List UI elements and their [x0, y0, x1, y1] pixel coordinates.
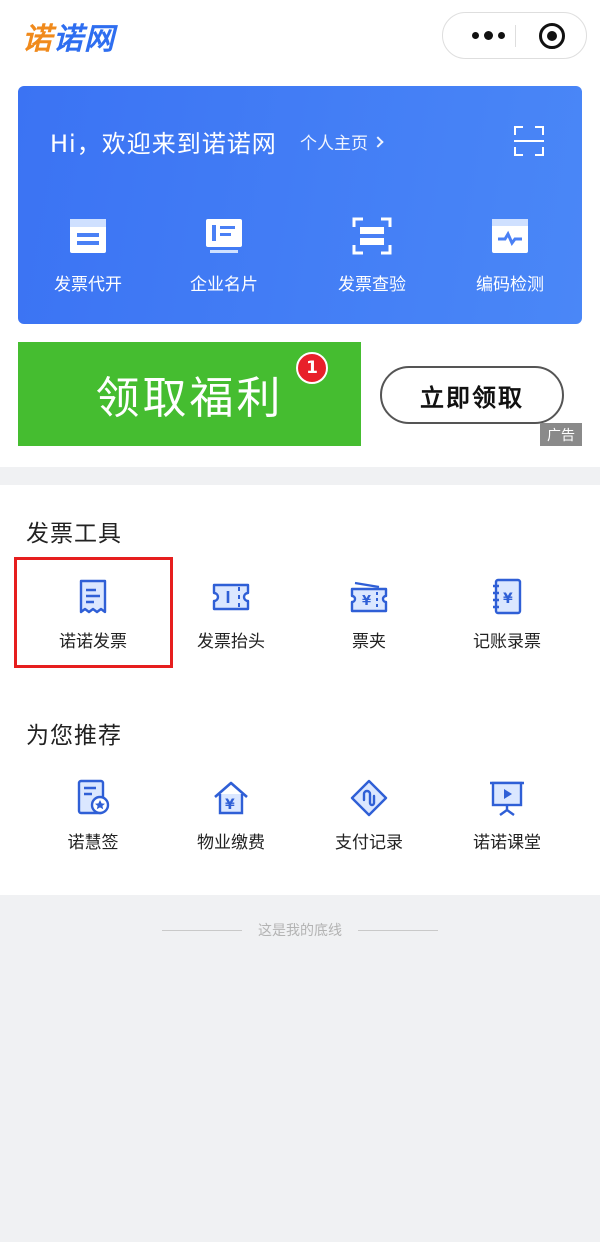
- end-of-list-divider: 这是我的底线: [0, 920, 600, 940]
- quick-action-code-detect[interactable]: 编码检测: [445, 210, 575, 295]
- recommend-nuohuiqian[interactable]: 诺慧签: [24, 778, 162, 853]
- welcome-card: Hi，欢迎来到诺诺网 个人主页 发票代开 企业名片 发票查验 编码检测: [18, 86, 582, 324]
- mini-program-capsule: [442, 12, 587, 59]
- divider-line-left: [162, 929, 242, 931]
- tool-label: 票夹: [352, 632, 386, 652]
- invoice-check-icon: [352, 216, 392, 256]
- scan-icon[interactable]: [514, 126, 544, 156]
- end-of-list-text: 这是我的底线: [258, 923, 342, 939]
- business-card-icon: [204, 216, 244, 256]
- app-logo: 诺诺网: [22, 22, 115, 57]
- profile-link-label: 个人主页: [300, 134, 368, 154]
- quick-action-invoice-check[interactable]: 发票查验: [307, 210, 437, 295]
- svg-text:¥: ¥: [503, 591, 513, 607]
- profile-link[interactable]: 个人主页: [300, 129, 384, 154]
- ledger-icon: ¥: [487, 577, 527, 617]
- quick-action-business-card[interactable]: 企业名片: [159, 210, 289, 295]
- recommend-label: 诺慧签: [67, 833, 119, 853]
- payment-record-icon: [349, 778, 389, 818]
- code-detect-icon: [490, 216, 530, 256]
- tool-label: 发票抬头: [197, 632, 265, 652]
- classroom-icon: [487, 778, 527, 818]
- quick-action-label: 编码检测: [476, 275, 544, 295]
- tool-ledger-invoice[interactable]: ¥ 记账录票: [438, 577, 576, 652]
- ticket-icon: [211, 577, 251, 617]
- quick-action-label: 发票查验: [338, 275, 406, 295]
- tool-invoice-title[interactable]: 发票抬头: [162, 577, 300, 652]
- quick-action-label: 企业名片: [190, 275, 258, 295]
- selection-highlight: [14, 557, 173, 668]
- divider-line-right: [358, 929, 438, 931]
- top-bar: 诺诺网: [0, 0, 600, 75]
- section-title-invoice-tools: 发票工具: [26, 521, 122, 547]
- sign-doc-icon: [73, 778, 113, 818]
- tool-ticket-folder[interactable]: ¥ 票夹: [300, 577, 438, 652]
- recommend-label: 物业缴费: [197, 833, 265, 853]
- quick-action-label: 发票代开: [54, 275, 122, 295]
- svg-text:¥: ¥: [362, 594, 371, 609]
- ticket-folder-icon: ¥: [349, 577, 389, 617]
- chevron-right-icon: [372, 135, 384, 148]
- close-program-button[interactable]: [539, 23, 565, 49]
- ad-label: 广告: [540, 423, 582, 446]
- notification-badge: 1: [296, 352, 328, 384]
- section-title-recommend: 为您推荐: [26, 723, 122, 749]
- recommend-label: 诺诺课堂: [473, 833, 541, 853]
- recommend-nuonuo-classroom[interactable]: 诺诺课堂: [438, 778, 576, 853]
- svg-text:¥: ¥: [225, 797, 235, 813]
- invoice-issue-icon: [68, 216, 108, 256]
- tool-label: 记账录票: [473, 632, 541, 652]
- recommend-property-fee[interactable]: ¥ 物业缴费: [162, 778, 300, 853]
- quick-action-invoice-issue[interactable]: 发票代开: [23, 210, 153, 295]
- recommend-payment-record[interactable]: 支付记录: [300, 778, 438, 853]
- property-fee-icon: ¥: [211, 778, 251, 818]
- greeting-text: Hi，欢迎来到诺诺网: [50, 130, 277, 158]
- recommend-label: 支付记录: [335, 833, 403, 853]
- claim-now-button[interactable]: 立即领取: [380, 366, 564, 424]
- more-menu-button[interactable]: [461, 13, 515, 58]
- capsule-divider: [515, 25, 516, 47]
